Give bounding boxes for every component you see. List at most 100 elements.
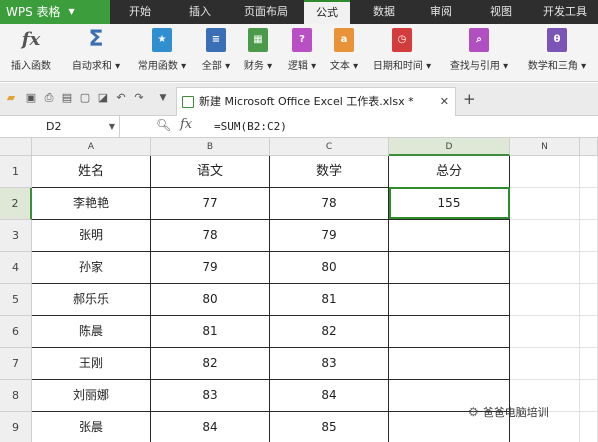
cell-chinese[interactable]: 80 <box>151 284 270 316</box>
empty-cell[interactable] <box>510 284 580 316</box>
cell-chinese[interactable]: 83 <box>151 380 270 412</box>
empty-cell[interactable] <box>510 156 580 188</box>
empty-cell[interactable] <box>580 252 598 284</box>
cell-total[interactable]: 155 <box>389 188 510 220</box>
redo-icon[interactable]: ↷ <box>132 91 146 105</box>
cell-name[interactable]: 张明 <box>32 220 151 252</box>
cell-chinese[interactable]: 82 <box>151 348 270 380</box>
tab-review[interactable]: 审阅 <box>416 0 466 24</box>
tab-home[interactable]: 开始 <box>114 0 166 24</box>
header-cell-name[interactable]: 姓名 <box>32 156 151 188</box>
autosum-button[interactable]: Σ 自动求和 ▾ <box>66 28 126 80</box>
cell-math[interactable]: 85 <box>270 412 389 442</box>
fx-icon[interactable]: fx <box>180 117 192 132</box>
cell-name[interactable]: 刘丽娜 <box>32 380 151 412</box>
close-tab-icon[interactable]: ✕ <box>440 88 449 115</box>
name-box[interactable]: D2 ▼ <box>0 116 120 137</box>
cell-total[interactable] <box>389 348 510 380</box>
row-header-9[interactable]: 9 <box>0 412 32 442</box>
tab-page-layout[interactable]: 页面布局 <box>234 0 298 24</box>
column-header-a[interactable]: A <box>32 138 151 156</box>
cell-chinese[interactable]: 81 <box>151 316 270 348</box>
cell-name[interactable]: 陈晨 <box>32 316 151 348</box>
tab-formulas[interactable]: 公式 <box>304 0 350 24</box>
cell-chinese[interactable]: 84 <box>151 412 270 442</box>
cell-chinese[interactable]: 78 <box>151 220 270 252</box>
cell-chinese[interactable]: 77 <box>151 188 270 220</box>
column-header-b[interactable]: B <box>151 138 270 156</box>
row-header-8[interactable]: 8 <box>0 380 32 412</box>
save-icon[interactable]: ▣ <box>24 91 38 105</box>
empty-cell[interactable] <box>510 316 580 348</box>
empty-cell[interactable] <box>580 156 598 188</box>
tab-view[interactable]: 视图 <box>476 0 526 24</box>
cell-math[interactable]: 82 <box>270 316 389 348</box>
insert-function-button[interactable]: fx 插入函数 <box>4 28 58 80</box>
column-header-next[interactable] <box>580 138 598 156</box>
finance-button[interactable]: ▦ 财务 ▾ <box>238 28 278 80</box>
header-cell-chinese[interactable]: 语文 <box>151 156 270 188</box>
empty-cell[interactable] <box>580 412 598 442</box>
tab-developer[interactable]: 开发工具 <box>534 0 596 24</box>
spreadsheet-grid[interactable]: A B C D N 123456789 姓名 语文 数学 总分 李艳艳 77 78 155 张明… <box>0 138 598 442</box>
open-folder-icon[interactable]: ▰ <box>4 91 18 105</box>
lookup-reference-button[interactable]: ⌕ 查找与引用 ▾ <box>442 28 516 80</box>
cell-name[interactable]: 张晨 <box>32 412 151 442</box>
all-functions-button[interactable]: ≡ 全部 ▾ <box>198 28 234 80</box>
empty-cell[interactable] <box>580 188 598 220</box>
row-header-2[interactable]: 2 <box>0 188 32 220</box>
date-time-button[interactable]: ◷ 日期和时间 ▾ <box>366 28 438 80</box>
formula-input[interactable]: =SUM(B2:C2) <box>214 116 287 137</box>
cell-name[interactable]: 郝乐乐 <box>32 284 151 316</box>
row-header-7[interactable]: 7 <box>0 348 32 380</box>
empty-cell[interactable] <box>580 220 598 252</box>
undo-icon[interactable]: ↶ <box>114 91 128 105</box>
print-preview-icon[interactable]: ▢ <box>78 91 92 105</box>
text-functions-button[interactable]: a 文本 ▾ <box>324 28 364 80</box>
empty-cell[interactable] <box>510 220 580 252</box>
row-header-4[interactable]: 4 <box>0 252 32 284</box>
format-painter-icon[interactable]: ◪ <box>96 91 110 105</box>
cell-chinese[interactable]: 79 <box>151 252 270 284</box>
header-cell-total[interactable]: 总分 <box>389 156 510 188</box>
print-icon[interactable]: ⎙ <box>42 91 56 105</box>
empty-cell[interactable] <box>580 316 598 348</box>
document-tab[interactable]: 新建 Microsoft Office Excel 工作表.xlsx * ✕ <box>176 87 456 116</box>
row-header-5[interactable]: 5 <box>0 284 32 316</box>
cell-math[interactable]: 79 <box>270 220 389 252</box>
common-functions-button[interactable]: ★ 常用函数 ▾ <box>132 28 192 80</box>
column-header-d[interactable]: D <box>389 138 510 156</box>
tab-insert[interactable]: 插入 <box>172 0 228 24</box>
empty-cell[interactable] <box>580 380 598 412</box>
cell-name[interactable]: 孙家 <box>32 252 151 284</box>
math-trig-button[interactable]: θ 数学和三角 ▾ <box>520 28 594 80</box>
tab-data[interactable]: 数据 <box>358 0 410 24</box>
header-cell-math[interactable]: 数学 <box>270 156 389 188</box>
new-tab-plus-icon[interactable]: + <box>463 90 476 108</box>
empty-cell[interactable] <box>510 252 580 284</box>
row-header-3[interactable]: 3 <box>0 220 32 252</box>
app-menu-button[interactable]: WPS 表格 ▼ <box>0 0 110 24</box>
empty-cell[interactable] <box>510 188 580 220</box>
row-header-6[interactable]: 6 <box>0 316 32 348</box>
column-header-n[interactable]: N <box>510 138 580 156</box>
cell-math[interactable]: 81 <box>270 284 389 316</box>
cell-total[interactable] <box>389 284 510 316</box>
cell-name[interactable]: 李艳艳 <box>32 188 151 220</box>
cell-name[interactable]: 王刚 <box>32 348 151 380</box>
cell-math[interactable]: 83 <box>270 348 389 380</box>
empty-cell[interactable] <box>580 284 598 316</box>
column-header-c[interactable]: C <box>270 138 389 156</box>
cell-math[interactable]: 80 <box>270 252 389 284</box>
cell-math[interactable]: 78 <box>270 188 389 220</box>
zoom-icon[interactable]: 🔍︎ <box>156 118 171 132</box>
select-all-corner[interactable] <box>0 138 32 156</box>
cell-math[interactable]: 84 <box>270 380 389 412</box>
cell-total[interactable] <box>389 316 510 348</box>
empty-cell[interactable] <box>510 348 580 380</box>
chevron-down-icon[interactable]: ▼ <box>109 116 115 137</box>
logic-button[interactable]: ? 逻辑 ▾ <box>282 28 322 80</box>
export-pdf-icon[interactable]: ▤ <box>60 91 74 105</box>
customize-dropdown-icon[interactable]: ▼ <box>156 91 170 105</box>
cell-total[interactable] <box>389 220 510 252</box>
